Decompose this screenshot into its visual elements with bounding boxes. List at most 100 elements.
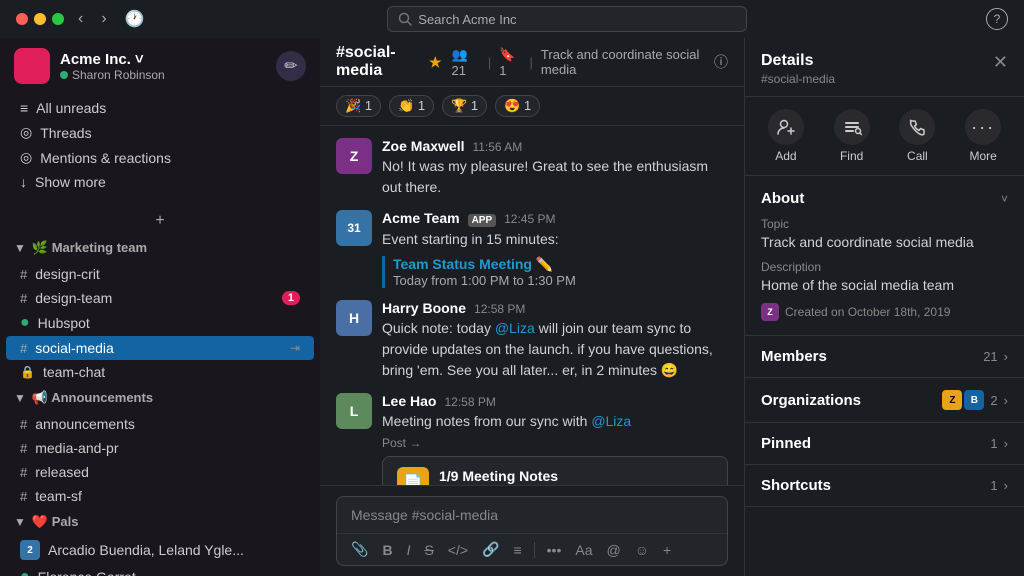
sidebar-item-show-more[interactable]: ↓ Show more [6,170,314,194]
code-button[interactable]: </> [444,539,472,561]
sidebar-item-media-and-pr[interactable]: # media-and-pr [6,436,314,460]
file-button[interactable]: + [659,539,675,561]
add-action[interactable]: Add [768,109,804,163]
channel-info-button[interactable]: ⓘ [714,52,728,72]
channel-hash-icon: # [20,341,27,356]
app-badge: APP [468,214,497,227]
history-button[interactable]: 🕐 [121,7,149,31]
members-row-label: Members [761,348,827,365]
message-item: Z Zoe Maxwell 11:56 AM No! It was my ple… [336,138,728,198]
strikethrough-button[interactable]: S [420,539,437,561]
channel-hash-icon: # [20,291,27,306]
call-action-label: Call [907,149,928,163]
sidebar-item-all-unreads[interactable]: ≡ All unreads [6,96,314,120]
input-toolbar: 📎 B I S </> 🔗 ≡ ••• Aa @ ☺ + [337,533,727,565]
sidebar-nav-section: ≡ All unreads ◎ Threads ◎ Mentions & rea… [0,94,320,196]
unread-badge: 1 [282,291,300,305]
close-traffic-light[interactable] [16,13,28,25]
channel-name: #social-media ★ [336,44,442,80]
star-icon[interactable]: ★ [429,54,442,71]
sidebar-item-florence[interactable]: ● Florence Garret [6,564,314,576]
group-chevron-icon: ▼ [14,391,26,405]
shortcuts-row-label: Shortcuts [761,477,831,494]
fullscreen-traffic-light[interactable] [52,13,64,25]
message-time: 12:58 PM [474,302,525,316]
forward-button[interactable]: › [97,8,110,30]
message-text: No! It was my pleasure! Great to see the… [382,156,728,198]
workspace-header: Acme Inc. ˅ Sharon Robinson ✏ [0,38,320,94]
more-formatting-button[interactable]: ••• [543,539,566,561]
message-input-box: 📎 B I S </> 🔗 ≡ ••• Aa @ ☺ + [336,496,728,566]
reaction-chip[interactable]: 🏆 1 [442,95,487,117]
italic-button[interactable]: I [403,539,415,561]
workspace-name[interactable]: Acme Inc. ˅ [60,51,266,68]
pinned-row[interactable]: Pinned 1 › [745,423,1024,465]
help-button[interactable]: ? [986,8,1008,30]
message-author: Lee Hao [382,393,436,409]
list-button[interactable]: ≡ [509,539,525,561]
more-action[interactable]: ··· More [965,109,1001,163]
organizations-row[interactable]: Organizations Z B 2 › [745,378,1024,423]
sidebar-item-announcements[interactable]: # announcements [6,412,314,436]
search-bar[interactable]: Search Acme Inc [387,6,747,32]
text-style-button[interactable]: Aa [571,539,596,561]
channel-reactions-bar: 🎉 1 👏 1 🏆 1 😍 1 [320,87,744,126]
emoji-button[interactable]: ☺ [631,539,653,561]
sidebar-item-released[interactable]: # released [6,460,314,484]
message-content: Harry Boone 12:58 PM Quick note: today @… [382,300,728,381]
about-section-header[interactable]: About ˅ [761,190,1008,207]
top-bar-right: ? [986,8,1008,30]
mention-button[interactable]: @ [603,539,625,561]
sidebar-item-social-media[interactable]: # social-media ⇥ [6,336,314,360]
chevron-right-icon: › [1004,436,1008,451]
back-button[interactable]: ‹ [74,8,87,30]
message-input[interactable] [337,497,727,533]
call-action[interactable]: Call [899,109,935,163]
channel-header: #social-media ★ 👥 21 | 🔖 1 | Track and c… [320,38,744,87]
sidebar-item-design-crit[interactable]: # design-crit [6,262,314,286]
reaction-chip[interactable]: 👏 1 [389,95,434,117]
close-details-button[interactable]: ✕ [993,52,1008,73]
shortcuts-row-right: 1 › [990,478,1008,493]
avatar: 31 [336,210,372,246]
notes-card[interactable]: 📄 1/9 Meeting Notes Last edited just now [382,456,728,485]
announcements-group[interactable]: ▼ 📢 Announcements [0,384,320,412]
minimize-traffic-light[interactable] [34,13,46,25]
sidebar-item-team-chat[interactable]: 🔒 team-chat [6,360,314,384]
message-content: Zoe Maxwell 11:56 AM No! It was my pleas… [382,138,728,198]
bold-button[interactable]: B [378,539,396,561]
sidebar-item-mentions[interactable]: ◎ Mentions & reactions [6,145,314,170]
compose-button[interactable]: ✏ [276,51,306,81]
message-time: 12:45 PM [504,212,555,226]
sidebar-item-team-sf[interactable]: # team-sf [6,484,314,508]
add-channels-button[interactable]: + [0,208,320,234]
description-label: Description [761,260,1008,274]
reaction-chip[interactable]: 🎉 1 [336,95,381,117]
post-label[interactable]: Post → [382,436,728,450]
shortcuts-row[interactable]: Shortcuts 1 › [745,465,1024,507]
sidebar-item-hubspot[interactable]: ● Hubspot [6,310,314,336]
message-item: 31 Acme Team APP 12:45 PM Event starting… [336,210,728,288]
message-text: Meeting notes from our sync with @Liza [382,411,728,432]
top-bar-center: Search Acme Inc [149,6,986,32]
attachment-button[interactable]: 📎 [347,538,372,561]
sidebar-item-threads[interactable]: ◎ Threads [6,120,314,145]
online-dot-icon: ● [20,568,30,576]
message-text: Quick note: today @Liza will join our te… [382,318,728,381]
event-title[interactable]: Team Status Meeting ✏️ [393,256,728,273]
sidebar-item-arcadio[interactable]: 2 Arcadio Buendia, Leland Ygle... [6,536,314,564]
avatar: L [336,393,372,429]
marketing-team-group[interactable]: ▼ 🌿 Marketing team [0,234,320,262]
members-row[interactable]: Members 21 › [745,336,1024,378]
message-author: Harry Boone [382,300,466,316]
threads-icon: ◎ [20,124,32,141]
find-action[interactable]: Find [834,109,870,163]
notes-info: 1/9 Meeting Notes Last edited just now [439,468,713,485]
sidebar-item-design-team[interactable]: # design-team 1 [6,286,314,310]
details-header-info: Details #social-media [761,52,835,86]
pals-group[interactable]: ▼ ❤️ Pals [0,508,320,536]
reaction-chip[interactable]: 😍 1 [495,95,540,117]
link-button[interactable]: 🔗 [478,538,503,561]
message-author: Acme Team [382,210,460,226]
workspace-avatar [14,48,50,84]
